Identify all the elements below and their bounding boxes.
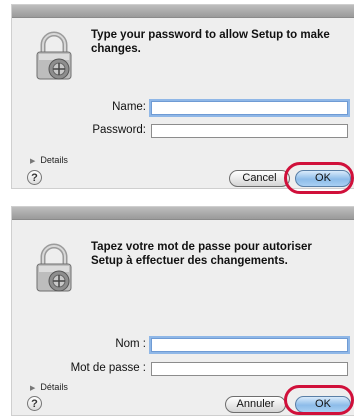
details-label: Détails <box>40 382 68 392</box>
ok-button[interactable]: OK <box>295 170 351 187</box>
disclosure-triangle-icon: ▶ <box>30 385 36 392</box>
lock-icon <box>34 243 74 295</box>
auth-dialog-english: Type your password to allow Setup to mak… <box>12 5 354 194</box>
help-icon[interactable]: ? <box>27 396 42 411</box>
name-field[interactable] <box>151 338 348 352</box>
help-icon[interactable]: ? <box>27 170 42 185</box>
disclosure-triangle-icon: ▶ <box>30 158 36 165</box>
auth-message: Tapez votre mot de passe pour autoriser … <box>91 241 312 267</box>
password-field[interactable] <box>151 362 348 376</box>
details-label: Details <box>40 155 68 165</box>
cancel-button[interactable]: Cancel <box>229 170 290 187</box>
lock-icon <box>34 31 74 83</box>
password-label: Mot de passe : <box>70 362 146 374</box>
title-bar[interactable] <box>12 5 354 18</box>
password-field[interactable] <box>151 124 348 138</box>
name-label: Nom : <box>115 338 146 350</box>
details-disclosure[interactable]: ▶ Details <box>30 155 68 165</box>
password-label: Password: <box>92 124 146 136</box>
cancel-button[interactable]: Annuler <box>225 396 286 413</box>
ok-button[interactable]: OK <box>295 396 351 413</box>
name-field[interactable] <box>151 101 348 115</box>
title-bar[interactable] <box>12 207 354 220</box>
name-label: Name: <box>112 101 146 113</box>
auth-dialog-french: Tapez votre mot de passe pour autoriser … <box>12 207 354 415</box>
auth-message: Type your password to allow Setup to mak… <box>91 29 330 55</box>
details-disclosure[interactable]: ▶ Détails <box>30 382 68 392</box>
